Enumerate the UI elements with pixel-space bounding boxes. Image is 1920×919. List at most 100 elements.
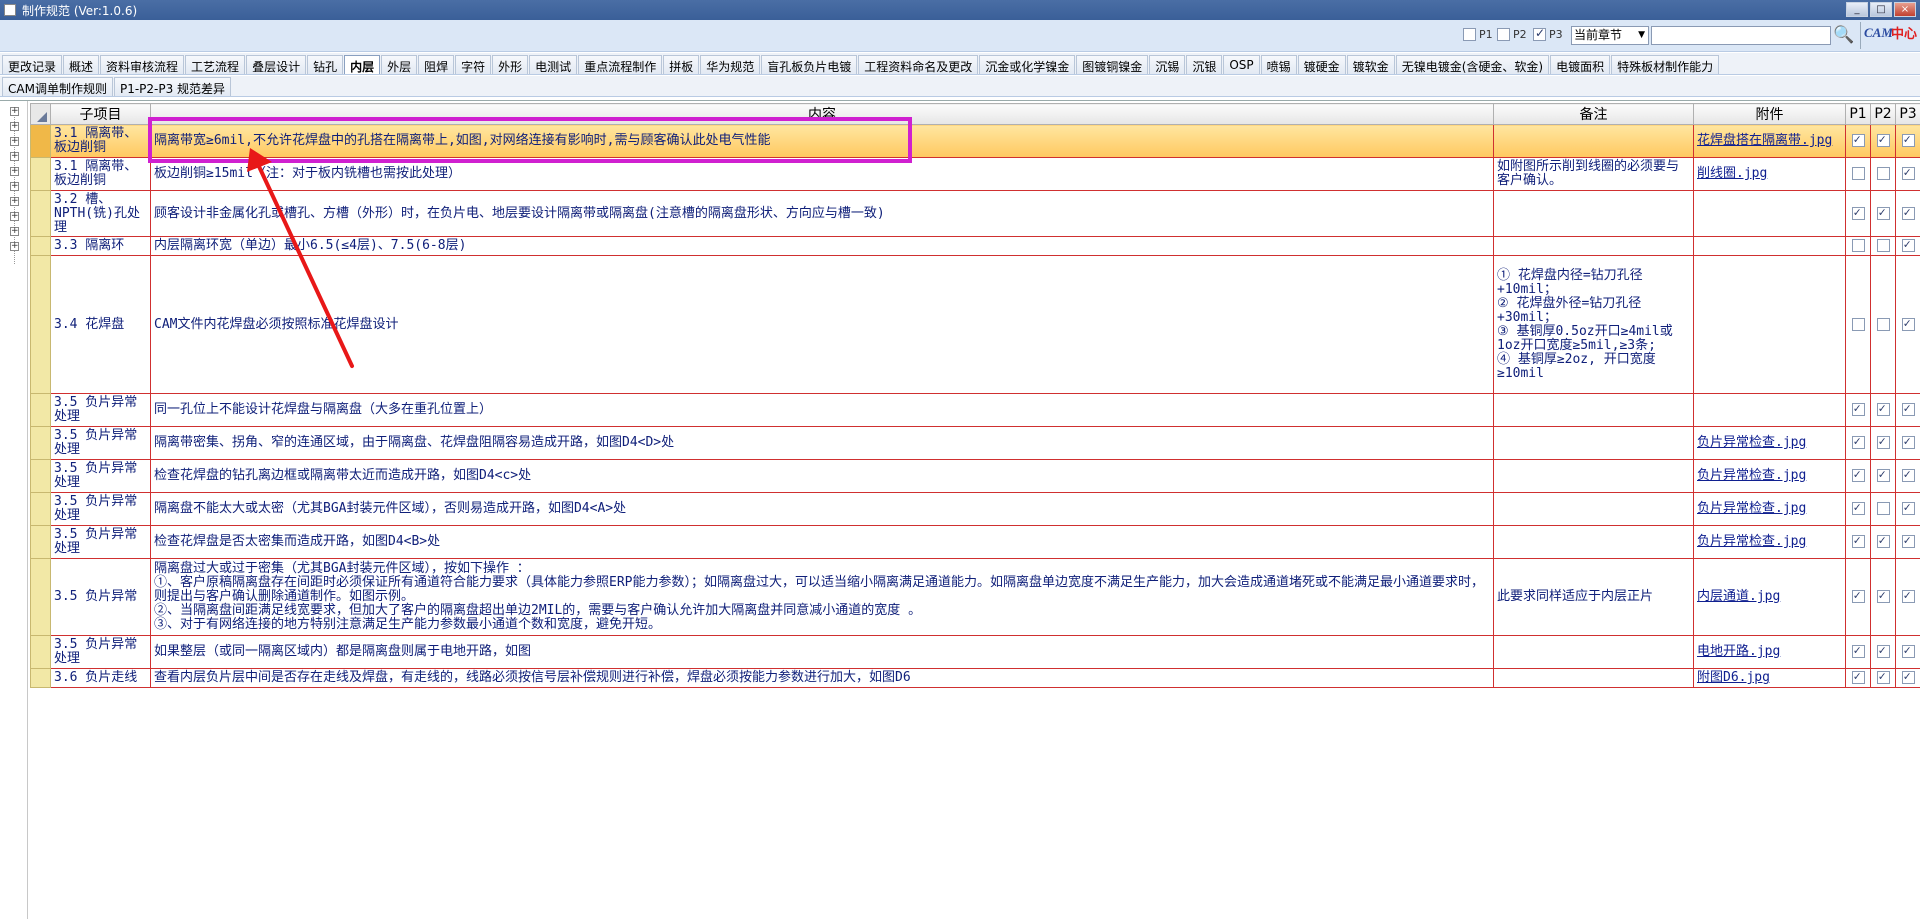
- p1-cell[interactable]: [1846, 394, 1871, 427]
- p2-cell[interactable]: [1871, 460, 1896, 493]
- remark-cell[interactable]: [1494, 460, 1694, 493]
- p2-cell[interactable]: [1871, 125, 1896, 158]
- expand-node-icon[interactable]: +: [10, 182, 19, 191]
- attachment-cell[interactable]: [1694, 394, 1846, 427]
- table-row[interactable]: 3.5 负片异常隔离盘过大或过于密集（尤其BGA封装元件区域），按如下操作 ： …: [31, 559, 1920, 636]
- p3-cell[interactable]: [1896, 394, 1920, 427]
- expand-node-icon[interactable]: +: [10, 107, 19, 116]
- subitem-cell[interactable]: 3.5 负片异常处理: [51, 636, 151, 669]
- p3-cell[interactable]: [1896, 125, 1920, 158]
- p2-cell[interactable]: [1871, 526, 1896, 559]
- subitem-cell[interactable]: 3.5 负片异常处理: [51, 493, 151, 526]
- subitem-cell[interactable]: 3.6 负片走线: [51, 669, 151, 688]
- p3-checkbox[interactable]: [1902, 590, 1915, 603]
- remark-cell[interactable]: [1494, 394, 1694, 427]
- p1-cell[interactable]: [1846, 460, 1871, 493]
- search-icon[interactable]: 🔍: [1832, 23, 1856, 47]
- p3-checkbox[interactable]: [1902, 403, 1915, 416]
- table-row[interactable]: 3.5 负片异常处理同一孔位上不能设计花焊盘与隔离盘（大多在重孔位置上）: [31, 394, 1920, 427]
- table-row[interactable]: 3.6 负片走线查看内层负片层中间是否存在走线及焊盘，有走线的，线路必须按信号层…: [31, 669, 1920, 688]
- content-cell[interactable]: 隔离盘不能太大或太密（尤其BGA封装元件区域），否则易造成开路，如图D4<A>处: [151, 493, 1494, 526]
- attachment-link[interactable]: 内层通道.jpg: [1697, 589, 1780, 604]
- tab-20[interactable]: 沉银: [1186, 55, 1222, 74]
- expand-node-icon[interactable]: +: [10, 212, 19, 221]
- p1-checkbox[interactable]: [1852, 167, 1865, 180]
- p1-checkbox[interactable]: [1852, 671, 1865, 684]
- row-indicator[interactable]: [31, 125, 51, 158]
- subitem-cell[interactable]: 3.5 负片异常处理: [51, 394, 151, 427]
- table-row[interactable]: 3.5 负片异常处理检查花焊盘是否太密集而造成开路，如图D4<B>处负片异常检查…: [31, 526, 1920, 559]
- attachment-link[interactable]: 负片异常检查.jpg: [1697, 501, 1806, 516]
- table-row[interactable]: 3.5 负片异常处理隔离盘不能太大或太密（尤其BGA封装元件区域），否则易造成开…: [31, 493, 1920, 526]
- p3-checkbox[interactable]: [1902, 318, 1915, 331]
- p2-checkbox[interactable]: [1877, 134, 1890, 147]
- attachment-cell[interactable]: 削线圈.jpg: [1694, 158, 1846, 191]
- remark-cell[interactable]: [1494, 669, 1694, 688]
- tab-12[interactable]: 重点流程制作: [578, 55, 662, 74]
- p1-cell[interactable]: [1846, 526, 1871, 559]
- p1-checkbox[interactable]: [1852, 469, 1865, 482]
- p2-cell[interactable]: [1871, 191, 1896, 237]
- subitem-cell[interactable]: 3.1 隔离带、板边削铜: [51, 158, 151, 191]
- table-row[interactable]: 3.5 负片异常处理检查花焊盘的钻孔离边框或隔离带太近而造成开路，如图D4<c>…: [31, 460, 1920, 493]
- attachment-cell[interactable]: 负片异常检查.jpg: [1694, 526, 1846, 559]
- p1-cell[interactable]: [1846, 636, 1871, 669]
- tab-26[interactable]: 电镀面积: [1550, 55, 1610, 74]
- content-cell[interactable]: 查看内层负片层中间是否存在走线及焊盘，有走线的，线路必须按信号层补偿规则进行补偿…: [151, 669, 1494, 688]
- p3-cell[interactable]: [1896, 669, 1920, 688]
- remark-cell[interactable]: [1494, 237, 1694, 256]
- p3-cell[interactable]: [1896, 427, 1920, 460]
- minimize-button[interactable]: _: [1846, 2, 1868, 17]
- p2-cell[interactable]: [1871, 669, 1896, 688]
- subitem-cell[interactable]: 3.5 负片异常处理: [51, 460, 151, 493]
- content-cell[interactable]: 如果整层（或同一隔离区域内）都是隔离盘则属于电地开路，如图: [151, 636, 1494, 669]
- table-row[interactable]: 3.2 槽、NPTH(铣)孔处理顾客设计非金属化孔或槽孔、方槽（外形）时，在负片…: [31, 191, 1920, 237]
- row-indicator[interactable]: [31, 394, 51, 427]
- table-row[interactable]: 3.3 隔离环内层隔离环宽（单边）最小6.5(≤4层)、7.5(6-8层): [31, 237, 1920, 256]
- subitem-cell[interactable]: 3.3 隔离环: [51, 237, 151, 256]
- table-row[interactable]: 3.5 负片异常处理如果整层（或同一隔离区域内）都是隔离盘则属于电地开路，如图 电…: [31, 636, 1920, 669]
- content-cell[interactable]: 隔离带密集、拐角、窄的连通区域，由于隔离盘、花焊盘阻隔容易造成开路，如图D4<D…: [151, 427, 1494, 460]
- tab-18[interactable]: 图镀铜镍金: [1076, 55, 1148, 74]
- p2-cell[interactable]: [1871, 237, 1896, 256]
- col-header-p1[interactable]: P1: [1846, 104, 1871, 125]
- remark-cell[interactable]: ① 花焊盘内径=钻刀孔径+10mil； ② 花焊盘外径=钻刀孔径+30mil； …: [1494, 256, 1694, 394]
- p3-checkbox[interactable]: [1902, 469, 1915, 482]
- tab-8[interactable]: 阻焊: [418, 55, 454, 74]
- p3-checkbox[interactable]: [1902, 502, 1915, 515]
- table-row[interactable]: 3.1 隔离带、板边削铜隔离带宽≥6mil,不允许花焊盘中的孔搭在隔离带上,如图…: [31, 125, 1920, 158]
- row-indicator[interactable]: [31, 427, 51, 460]
- close-button[interactable]: ×: [1894, 2, 1916, 17]
- p3-checkbox[interactable]: [1902, 207, 1915, 220]
- p3-checkbox[interactable]: [1902, 436, 1915, 449]
- p2-checkbox[interactable]: [1877, 469, 1890, 482]
- p2-cell[interactable]: [1871, 493, 1896, 526]
- tab-9[interactable]: 字符: [455, 55, 491, 74]
- content-cell[interactable]: CAM文件内花焊盘必须按照标准花焊盘设计: [151, 256, 1494, 394]
- attachment-cell[interactable]: [1694, 237, 1846, 256]
- attachment-link[interactable]: 电地开路.jpg: [1697, 644, 1780, 659]
- p3-checkbox[interactable]: [1533, 28, 1546, 41]
- p2-checkbox[interactable]: [1877, 318, 1890, 331]
- p3-cell[interactable]: [1896, 256, 1920, 394]
- p2-checkbox[interactable]: [1877, 239, 1890, 252]
- subitem-cell[interactable]: 3.5 负片异常处理: [51, 427, 151, 460]
- select-all-corner[interactable]: [31, 104, 51, 125]
- p2-checkbox[interactable]: [1497, 28, 1510, 41]
- row-indicator[interactable]: [31, 460, 51, 493]
- p3-cell[interactable]: [1896, 636, 1920, 669]
- content-cell[interactable]: 检查花焊盘的钻孔离边框或隔离带太近而造成开路，如图D4<c>处: [151, 460, 1494, 493]
- remark-cell[interactable]: [1494, 526, 1694, 559]
- attachment-cell[interactable]: 附图D6.jpg: [1694, 669, 1846, 688]
- tab-17[interactable]: 沉金或化学镍金: [979, 55, 1075, 74]
- p1-cell[interactable]: [1846, 559, 1871, 636]
- p3-cell[interactable]: [1896, 493, 1920, 526]
- row-indicator[interactable]: [31, 669, 51, 688]
- p2-checkbox[interactable]: [1877, 167, 1890, 180]
- tab-23[interactable]: 镀硬金: [1298, 55, 1346, 74]
- p1-checkbox[interactable]: [1852, 318, 1865, 331]
- attachment-link[interactable]: 花焊盘搭在隔离带.jpg: [1697, 133, 1832, 148]
- col-header-p2[interactable]: P2: [1871, 104, 1896, 125]
- p2-cell[interactable]: [1871, 158, 1896, 191]
- p2-cell[interactable]: [1871, 394, 1896, 427]
